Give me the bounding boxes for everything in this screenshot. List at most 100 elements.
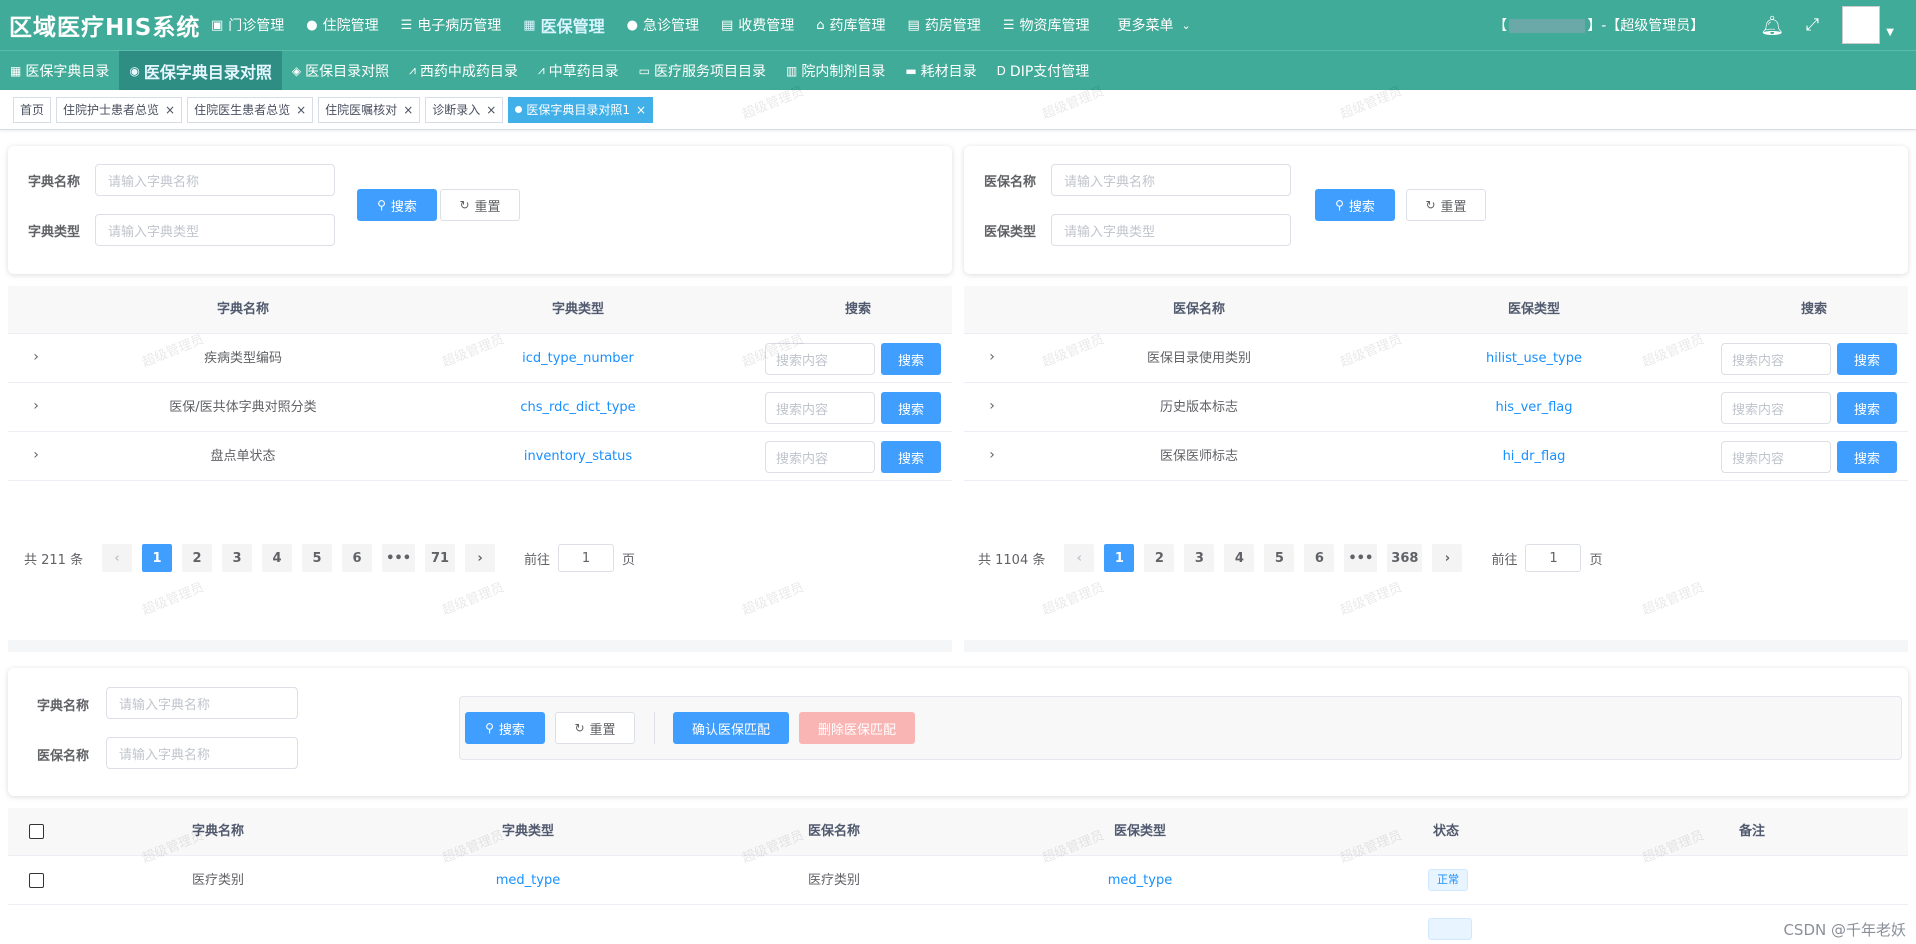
tag-dict-mapping[interactable]: 医保字典目录对照1 × (508, 96, 654, 123)
sub-menu-hospital-preparations[interactable]: ▥ 院内制剂目录 (776, 51, 895, 91)
row-search-button[interactable]: 搜索 (881, 343, 941, 375)
left-search-button[interactable]: ⚲ 搜索 (357, 189, 437, 221)
row-checkbox[interactable] (29, 873, 44, 888)
sub-menu-medical-services[interactable]: ▭ 医疗服务项目目录 (629, 51, 776, 91)
more-pages-button[interactable]: ••• (1344, 544, 1378, 572)
row-search-button[interactable]: 搜索 (1837, 343, 1897, 375)
table-row[interactable]: › 医保医师标志 hi_dr_flag 搜索内容 搜索 (964, 432, 1908, 481)
row-search-button[interactable]: 搜索 (881, 392, 941, 424)
top-menu-outpatient[interactable]: ▣ 门诊管理 (200, 0, 295, 50)
prev-page-button[interactable]: ‹ (1064, 544, 1095, 572)
row-search-input[interactable]: 搜索内容 (1721, 343, 1831, 375)
row-search-input[interactable]: 搜索内容 (765, 392, 875, 424)
close-icon[interactable]: × (486, 103, 496, 117)
page-button[interactable]: 1 (142, 544, 173, 572)
page-button[interactable]: 3 (1184, 544, 1215, 572)
top-menu-materials[interactable]: ☰ 物资库管理 (992, 0, 1101, 50)
expand-icon[interactable]: › (982, 334, 1002, 383)
top-menu-pharmacy[interactable]: ▤ 药房管理 (897, 0, 992, 50)
page-button[interactable]: 5 (302, 544, 333, 572)
fullscreen-icon[interactable]: ⤢ (1792, 15, 1832, 35)
close-icon[interactable]: × (403, 103, 413, 117)
page-button[interactable]: 4 (1224, 544, 1255, 572)
page-button[interactable]: 368 (1387, 544, 1423, 572)
top-menu-emr[interactable]: ☰ 电子病历管理 (390, 0, 513, 50)
top-menu-inpatient[interactable]: ● 住院管理 (295, 0, 389, 50)
goto-page-input[interactable]: 1 (1525, 544, 1582, 572)
page-button[interactable]: 2 (182, 544, 213, 572)
page-button[interactable]: 1 (1104, 544, 1135, 572)
top-menu-drug-storage[interactable]: ⌂ 药库管理 (805, 0, 896, 50)
top-menu-billing[interactable]: ▤ 收费管理 (710, 0, 805, 50)
sub-menu-dict-mapping[interactable]: ◉ 医保字典目录对照 (119, 50, 282, 91)
table-row[interactable]: 医疗类别 med_type 医疗类别 med_type 正常 (8, 856, 1908, 905)
page-button[interactable]: 3 (222, 544, 253, 572)
goto-page-input[interactable]: 1 (558, 544, 615, 572)
close-icon[interactable]: × (296, 103, 306, 117)
page-button[interactable]: 71 (425, 544, 456, 572)
caret-down-icon[interactable]: ▼ (1886, 27, 1894, 38)
more-pages-button[interactable]: ••• (382, 544, 416, 572)
dict-name-cell: 医保/医共体字典对照分类 (169, 400, 317, 415)
table-row[interactable]: › 医保/医共体字典对照分类 chs_rdc_dict_type 搜索内容 搜索 (8, 383, 952, 432)
row-search-button[interactable]: 搜索 (1837, 441, 1897, 473)
confirm-match-button[interactable]: 确认医保匹配 (673, 712, 789, 744)
top-menu-more[interactable]: 更多菜单 ⌄ (1106, 0, 1201, 50)
close-icon[interactable]: × (165, 103, 175, 117)
expand-icon[interactable]: › (982, 383, 1002, 432)
dict-name-cell: 盘点单状态 (210, 449, 276, 464)
expand-icon[interactable]: › (982, 432, 1002, 481)
row-search-input[interactable]: 搜索内容 (765, 441, 875, 473)
match-dict-name-input[interactable]: 请输入字典名称 (106, 687, 298, 719)
insurance-name-input[interactable]: 请输入字典名称 (1051, 164, 1291, 196)
row-search-button[interactable]: 搜索 (1837, 392, 1897, 424)
delete-match-button[interactable]: 删除医保匹配 (799, 712, 915, 744)
tag-order-check[interactable]: 住院医嘱核对 × (318, 96, 421, 123)
top-menu-insurance[interactable]: ▦ 医保管理 (512, 0, 615, 50)
right-search-button[interactable]: ⚲ 搜索 (1315, 189, 1395, 221)
page-button[interactable]: 6 (342, 544, 373, 572)
sub-menu-dict-catalog[interactable]: ▦ 医保字典目录 (0, 51, 119, 91)
left-reset-button[interactable]: ↻ 重置 (440, 189, 520, 221)
expand-icon[interactable]: › (26, 432, 46, 481)
dict-name-input[interactable]: 请输入字典名称 (95, 164, 335, 196)
table-row[interactable]: › 医保目录使用类别 hilist_use_type 搜索内容 搜索 (964, 334, 1908, 383)
sub-menu-dip-payment[interactable]: D DIP支付管理 (987, 51, 1100, 91)
page-button[interactable]: 2 (1144, 544, 1175, 572)
expand-icon[interactable]: › (26, 334, 46, 383)
tag-diagnosis-entry[interactable]: 诊断录入 × (425, 96, 504, 123)
match-search-button[interactable]: ⚲ 搜索 (465, 712, 545, 744)
match-insurance-name-input[interactable]: 请输入字典名称 (106, 737, 298, 769)
close-icon[interactable]: × (636, 103, 646, 117)
page-button[interactable]: 6 (1304, 544, 1335, 572)
avatar[interactable] (1842, 6, 1881, 44)
select-all-checkbox[interactable] (29, 824, 44, 839)
tag-doctor-overview[interactable]: 住院医生患者总览 × (187, 96, 314, 123)
tag-home[interactable]: 首页 (13, 96, 52, 123)
table-row[interactable]: › 盘点单状态 inventory_status 搜索内容 搜索 (8, 432, 952, 481)
prev-page-button[interactable]: ‹ (102, 544, 133, 572)
table-row[interactable]: › 疾病类型编码 icd_type_number 搜索内容 搜索 (8, 334, 952, 383)
insurance-type-input[interactable]: 请输入字典类型 (1051, 214, 1291, 246)
page-button[interactable]: 5 (1264, 544, 1295, 572)
sub-menu-consumables[interactable]: ▬ 耗材目录 (895, 51, 986, 91)
next-page-button[interactable]: › (465, 544, 496, 572)
row-search-input[interactable]: 搜索内容 (1721, 392, 1831, 424)
list-icon: ☰ (400, 17, 413, 33)
row-search-input[interactable]: 搜索内容 (1721, 441, 1831, 473)
row-search-input[interactable]: 搜索内容 (765, 343, 875, 375)
sub-menu-herbal[interactable]: ⩘ 中草药目录 (528, 51, 629, 91)
tag-nurse-overview[interactable]: 住院护士患者总览 × (56, 96, 183, 123)
row-search-button[interactable]: 搜索 (881, 441, 941, 473)
right-reset-button[interactable]: ↻ 重置 (1406, 189, 1486, 221)
dict-type-input[interactable]: 请输入字典类型 (95, 214, 335, 246)
top-menu-emergency[interactable]: ● 急诊管理 (616, 0, 710, 50)
next-page-button[interactable]: › (1432, 544, 1463, 572)
match-reset-button[interactable]: ↻ 重置 (555, 712, 635, 744)
sub-menu-catalog-mapping[interactable]: ◈ 医保目录对照 (282, 51, 399, 91)
page-button[interactable]: 4 (262, 544, 293, 572)
table-row[interactable]: › 历史版本标志 his_ver_flag 搜索内容 搜索 (964, 383, 1908, 432)
expand-icon[interactable]: › (26, 383, 46, 432)
bell-icon[interactable]: 🔔︎ (1752, 14, 1792, 37)
sub-menu-western-medicine[interactable]: ⩘ 西药中成药目录 (399, 51, 528, 91)
